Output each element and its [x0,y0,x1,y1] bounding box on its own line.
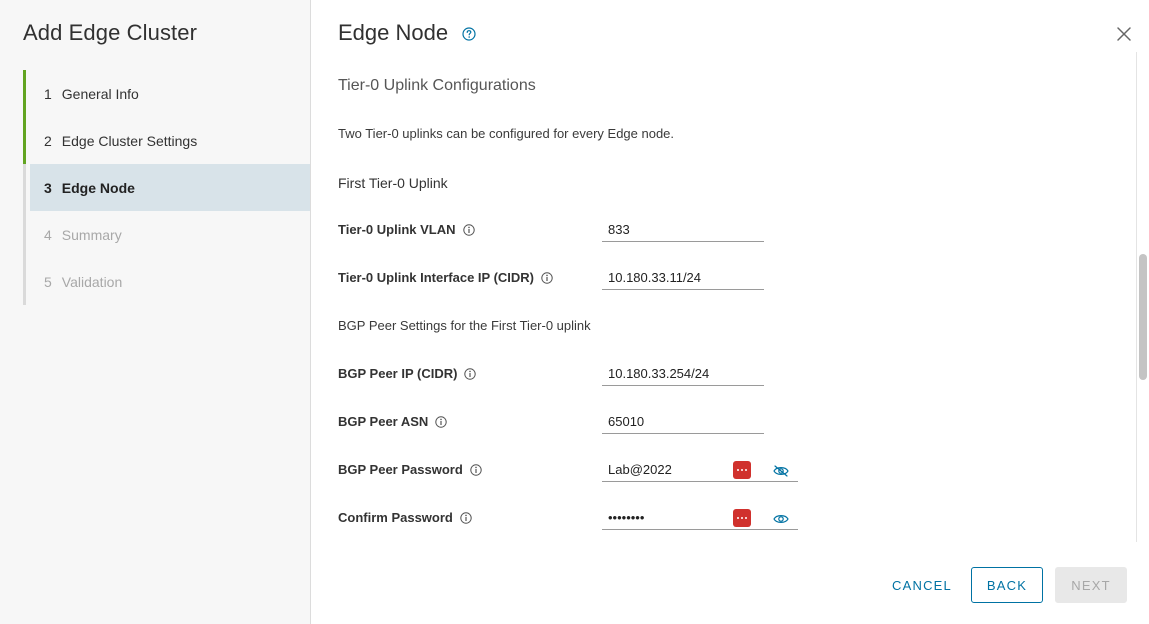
confirm-password-label-text: Confirm Password [338,510,453,525]
bgp-peer-password-label-text: BGP Peer Password [338,462,463,477]
scrollbar-rail [1136,52,1137,542]
uplink-ip-label: Tier-0 Uplink Interface IP (CIDR) [338,270,553,285]
step-number: 4 [44,226,52,243]
bgp-peer-password-label: BGP Peer Password [338,462,482,477]
step-edge-cluster-settings[interactable]: 2 Edge Cluster Settings [23,117,310,164]
bgp-peer-ip-label: BGP Peer IP (CIDR) [338,366,477,381]
wizard-sidebar: Add Edge Cluster 1 General Info 2 Edge Clu… [0,0,311,624]
uplink-ip-label-text: Tier-0 Uplink Interface IP (CIDR) [338,270,535,285]
cancel-button[interactable]: CANCEL [883,567,961,603]
step-validation: 5 Validation [23,258,310,305]
bgp-peer-ip-input[interactable] [602,362,764,386]
section-title: Tier-0 Uplink Configurations [338,77,536,94]
uplink-ip-input[interactable] [602,266,764,290]
step-label: Edge Node [61,179,135,196]
uplink-vlan-input[interactable] [602,218,764,242]
info-icon[interactable] [435,415,448,428]
step-summary: 4 Summary [23,211,310,258]
help-circle-icon[interactable] [462,27,476,41]
bgp-peer-asn-label-text: BGP Peer ASN [338,414,429,429]
next-button[interactable]: NEXT [1055,567,1127,603]
section-description: Two Tier-0 uplinks can be configured for… [338,126,675,141]
wizard-steps: 1 General Info 2 Edge Cluster Settings 3 Ed… [23,70,310,305]
step-label: General Info [61,85,139,102]
step-label: Validation [61,273,123,290]
uplink-vlan-label-text: Tier-0 Uplink VLAN [338,222,456,237]
first-uplink-heading: First Tier-0 Uplink [338,175,448,191]
bgp-peer-ip-label-text: BGP Peer IP (CIDR) [338,366,458,381]
confirm-password-input[interactable] [602,506,798,530]
password-manager-icon[interactable] [733,509,751,527]
bgp-peer-settings-heading: BGP Peer Settings for the First Tier-0 u… [338,318,591,333]
confirm-password-label: Confirm Password [338,510,472,525]
step-number: 1 [44,85,52,102]
info-icon[interactable] [460,511,472,524]
step-label: Summary [61,226,122,243]
wizard-title: Add Edge Cluster [23,20,198,45]
scrollbar-thumb[interactable] [1139,254,1147,380]
step-label: Edge Cluster Settings [61,132,198,149]
eye-hide-icon[interactable] [773,465,789,477]
step-number: 5 [44,273,52,290]
content-scrollbar[interactable] [1136,52,1148,542]
eye-icon[interactable] [773,513,789,525]
bgp-peer-asn-label: BGP Peer ASN [338,414,448,429]
password-manager-icon[interactable] [733,461,751,479]
back-button[interactable]: BACK [971,567,1043,603]
uplink-vlan-label: Tier-0 Uplink VLAN [338,222,475,237]
close-icon[interactable] [1115,25,1133,43]
step-edge-node[interactable]: 3 Edge Node [23,164,310,211]
info-icon[interactable] [470,463,482,476]
info-icon[interactable] [464,367,477,380]
step-number: 3 [44,179,52,196]
info-icon[interactable] [462,223,475,236]
bgp-peer-asn-input[interactable] [602,410,764,434]
wizard-main-panel: Edge Node Tier-0 Uplink Configurations T… [311,0,1149,624]
step-number: 2 [44,132,52,149]
add-edge-cluster-wizard: Add Edge Cluster 1 General Info 2 Edge Clu… [0,0,1149,624]
bgp-peer-password-input[interactable] [602,458,798,482]
info-icon[interactable] [541,271,553,284]
step-general-info[interactable]: 1 General Info [23,70,310,117]
wizard-content: Tier-0 Uplink Configurations Two Tier-0 … [338,60,1128,542]
page-title: Edge Node [338,20,449,45]
